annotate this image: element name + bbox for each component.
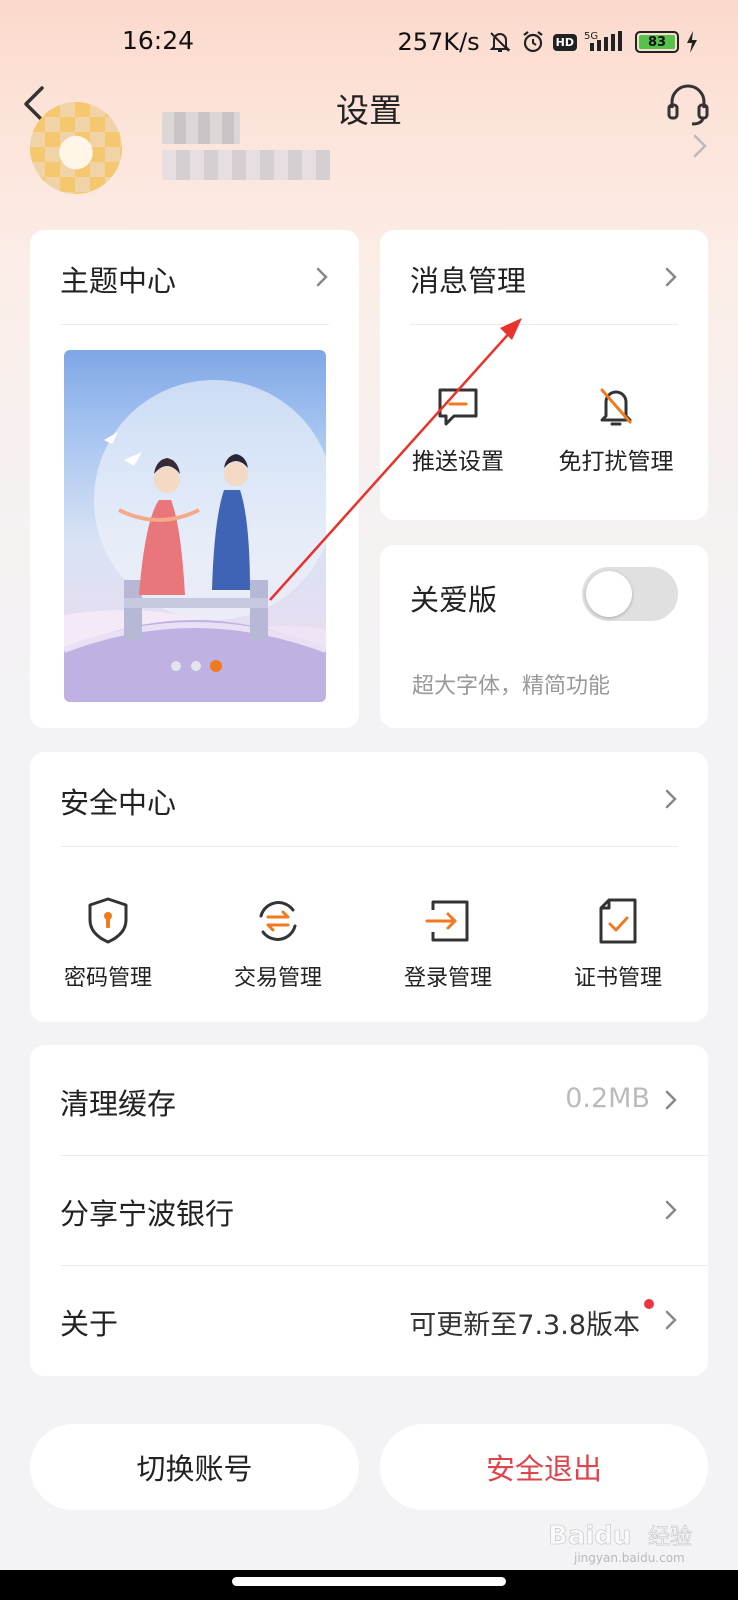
network-type: 5G	[584, 31, 598, 42]
certificate-icon	[599, 898, 637, 944]
password-management-item[interactable]: 密码管理	[38, 896, 178, 992]
theme-center-title: 主题中心	[60, 264, 177, 298]
transaction-management-item[interactable]: 交易管理	[208, 896, 348, 992]
customer-service-button[interactable]	[664, 80, 712, 128]
divider	[410, 324, 678, 325]
profile-phone-blurred	[162, 150, 330, 180]
about-row[interactable]: 关于 可更新至7.3.8版本	[30, 1265, 708, 1375]
transaction-management-label: 交易管理	[233, 966, 322, 991]
share-bank-label: 分享宁波银行	[60, 1197, 235, 1231]
push-settings-label: 推送设置	[412, 449, 504, 475]
baidu-watermark: Baidu 经验 jingyan.baidu.com	[548, 1514, 708, 1566]
divider	[60, 846, 678, 847]
network-speed: 257K/s	[397, 28, 480, 56]
login-management-item[interactable]: 登录管理	[378, 896, 518, 992]
profile-entry[interactable]	[692, 133, 708, 163]
security-center-card[interactable]: 安全中心 密码管理 交易管理 登录管理 证书管理	[30, 752, 708, 1022]
care-version-card: 关爱版 超大字体，精简功能	[380, 545, 708, 728]
cache-size-value: 0.2MB	[565, 1083, 650, 1114]
logout-button[interactable]: 安全退出	[380, 1424, 708, 1510]
login-icon	[425, 900, 469, 942]
toggle-knob	[586, 571, 632, 617]
watermark-brand: Baidu	[548, 1521, 631, 1551]
theme-preview-image[interactable]	[64, 350, 326, 702]
battery-icon: 83	[635, 31, 679, 53]
do-not-disturb-item[interactable]: 免打扰管理	[546, 382, 686, 476]
clear-cache-row[interactable]: 清理缓存 0.2MB	[30, 1045, 708, 1155]
about-label: 关于	[60, 1307, 119, 1341]
switch-account-button[interactable]: 切换账号	[30, 1424, 359, 1510]
home-indicator[interactable]	[232, 1577, 506, 1586]
watermark-brand-cn: 经验	[648, 1525, 692, 1550]
hd-badge: HD	[552, 33, 577, 51]
status-time: 16:24	[122, 26, 195, 55]
message-bubble-icon	[438, 388, 478, 426]
do-not-disturb-label: 免打扰管理	[558, 449, 674, 475]
message-management-title: 消息管理	[410, 264, 527, 298]
chevron-right-icon	[693, 134, 707, 158]
battery-level: 83	[639, 35, 675, 50]
security-center-title: 安全中心	[60, 786, 177, 820]
update-dot	[644, 1299, 654, 1309]
login-management-label: 登录管理	[403, 966, 492, 991]
bell-off-icon	[600, 388, 632, 426]
status-icons: 257K/s HD 5G 83	[398, 28, 698, 56]
update-available-value: 可更新至7.3.8版本	[409, 1310, 640, 1341]
chevron-right-icon	[665, 789, 677, 809]
share-bank-row[interactable]: 分享宁波银行	[30, 1155, 708, 1265]
chevron-right-icon	[665, 1090, 677, 1110]
theme-illustration	[64, 380, 326, 702]
settings-list-card: 清理缓存 0.2MB 分享宁波银行 关于 可更新至7.3.8版本	[30, 1045, 708, 1376]
shield-key-icon	[88, 897, 128, 944]
theme-center-card[interactable]: 主题中心	[30, 230, 359, 728]
charging-icon	[686, 31, 698, 53]
care-version-description: 超大字体，精简功能	[412, 674, 611, 699]
care-version-title: 关爱版	[410, 583, 498, 617]
push-settings-item[interactable]: 推送设置	[388, 382, 528, 476]
clear-cache-label: 清理缓存	[60, 1087, 177, 1121]
alarm-icon	[520, 29, 546, 55]
chevron-right-icon	[665, 267, 677, 287]
headset-icon	[667, 84, 709, 126]
chevron-right-icon	[316, 267, 328, 287]
avatar[interactable]	[30, 102, 122, 194]
care-version-toggle[interactable]	[582, 567, 678, 621]
chevron-right-icon	[665, 1200, 677, 1220]
watermark-site: jingyan.baidu.com	[573, 1551, 685, 1565]
chevron-right-icon	[665, 1310, 677, 1330]
profile-name-blurred	[162, 112, 240, 144]
signal-icon: 5G	[584, 29, 628, 55]
divider	[60, 324, 329, 325]
status-bar: 16:24 257K/s HD 5G 83	[0, 20, 738, 68]
password-management-label: 密码管理	[63, 966, 152, 991]
bell-muted-icon	[487, 29, 513, 55]
exchange-icon	[259, 901, 297, 941]
certificate-management-item[interactable]: 证书管理	[548, 896, 688, 992]
certificate-management-label: 证书管理	[573, 966, 662, 991]
baidu-paw-logo: Baidu 经验 jingyan.baidu.com	[548, 1521, 693, 1565]
message-management-card[interactable]: 消息管理 推送设置 免打扰管理	[380, 230, 708, 520]
